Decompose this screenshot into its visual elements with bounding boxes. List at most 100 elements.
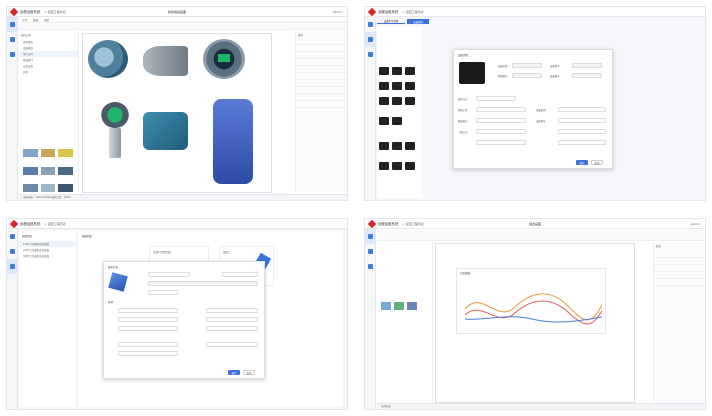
menu-file[interactable]: 文件 bbox=[22, 18, 27, 22]
property-row[interactable] bbox=[654, 280, 705, 286]
nav-item-2[interactable] bbox=[7, 244, 18, 259]
device-thumb[interactable] bbox=[405, 82, 415, 90]
comm-field[interactable] bbox=[476, 96, 516, 101]
library-item-icon[interactable] bbox=[58, 149, 73, 157]
style-field[interactable] bbox=[206, 308, 258, 313]
library-item-icon[interactable] bbox=[40, 184, 56, 193]
nav-item-3[interactable] bbox=[365, 259, 376, 274]
property-row[interactable] bbox=[654, 259, 705, 265]
device-thumb[interactable] bbox=[392, 67, 402, 75]
blower-device[interactable] bbox=[88, 40, 128, 78]
size-field[interactable] bbox=[148, 290, 178, 295]
style-field[interactable] bbox=[118, 342, 178, 347]
menu-view[interactable]: 视图 bbox=[44, 18, 49, 22]
nav-item-1[interactable] bbox=[365, 17, 376, 32]
device-model-field[interactable] bbox=[572, 63, 602, 68]
property-row[interactable] bbox=[654, 266, 705, 272]
project-field[interactable] bbox=[476, 107, 526, 112]
style-field[interactable] bbox=[206, 317, 258, 322]
device-thumb[interactable] bbox=[379, 97, 389, 105]
extra-field[interactable] bbox=[476, 140, 526, 145]
nav-item-2[interactable] bbox=[365, 32, 376, 47]
device-thumb[interactable] bbox=[392, 97, 402, 105]
property-row[interactable] bbox=[296, 53, 347, 59]
canvas[interactable] bbox=[82, 33, 272, 193]
device-thumb[interactable] bbox=[379, 67, 389, 75]
component-icon[interactable] bbox=[407, 302, 417, 310]
library-item-icon[interactable] bbox=[23, 184, 38, 193]
transmitter-device[interactable] bbox=[101, 102, 129, 128]
library-item-icon[interactable] bbox=[23, 149, 38, 157]
address-field[interactable] bbox=[558, 118, 606, 123]
device-thumb[interactable] bbox=[392, 117, 402, 125]
property-row[interactable] bbox=[296, 102, 347, 108]
back-link[interactable]: < 返回工程列表 bbox=[44, 222, 65, 226]
motor-device[interactable] bbox=[143, 112, 188, 150]
cancel-button[interactable]: 取消 bbox=[243, 370, 255, 375]
cancel-button[interactable]: 取消 bbox=[591, 160, 603, 165]
name-field[interactable] bbox=[148, 272, 190, 277]
property-row[interactable] bbox=[296, 67, 347, 73]
device-thumb[interactable] bbox=[405, 142, 415, 150]
library-item-icon[interactable] bbox=[40, 166, 56, 175]
library-item-icon[interactable] bbox=[58, 184, 73, 193]
extra-field[interactable] bbox=[558, 129, 606, 134]
tab-device[interactable]: 设备管理 bbox=[407, 19, 429, 24]
trend-chart[interactable]: 历史曲线 bbox=[456, 268, 606, 334]
property-row[interactable] bbox=[654, 273, 705, 279]
property-row[interactable] bbox=[296, 60, 347, 66]
nav-item-3[interactable] bbox=[7, 47, 18, 62]
desc-field[interactable] bbox=[148, 281, 258, 286]
library-item-icon[interactable] bbox=[23, 166, 38, 175]
back-link[interactable]: < 返回工程列表 bbox=[402, 10, 423, 14]
device-thumb[interactable] bbox=[379, 82, 389, 90]
type-field[interactable] bbox=[222, 272, 258, 277]
device-thumb[interactable] bbox=[379, 117, 389, 125]
ok-button[interactable]: 确定 bbox=[228, 370, 240, 375]
nav-item-3[interactable] bbox=[365, 47, 376, 62]
device-thumb[interactable] bbox=[379, 162, 389, 170]
device-thumb[interactable] bbox=[392, 162, 402, 170]
style-field[interactable] bbox=[118, 308, 178, 313]
device-thumb[interactable] bbox=[405, 97, 415, 105]
device-name-field[interactable] bbox=[512, 63, 542, 68]
device-thumb[interactable] bbox=[392, 82, 402, 90]
gateway-field[interactable] bbox=[512, 73, 542, 78]
tab-device-model[interactable]: 设备型号管理 bbox=[377, 19, 405, 24]
style-field[interactable] bbox=[118, 351, 178, 356]
user-menu[interactable]: admin bbox=[333, 10, 342, 14]
property-row[interactable] bbox=[296, 46, 347, 52]
back-link[interactable]: < 返回工程列表 bbox=[402, 222, 423, 226]
nav-item-2[interactable] bbox=[7, 32, 18, 47]
style-field[interactable] bbox=[118, 317, 178, 322]
component-icon[interactable] bbox=[381, 302, 391, 310]
report-field[interactable] bbox=[476, 129, 526, 134]
user-menu[interactable]: admin bbox=[691, 222, 700, 226]
property-row[interactable] bbox=[654, 252, 705, 258]
style-field[interactable] bbox=[118, 326, 178, 331]
device-thumb[interactable] bbox=[405, 67, 415, 75]
fan-device[interactable] bbox=[143, 46, 188, 76]
menu-edit[interactable]: 编辑 bbox=[33, 18, 38, 22]
device-thumb[interactable] bbox=[405, 162, 415, 170]
nav-item-1[interactable] bbox=[7, 17, 18, 32]
component-icon[interactable] bbox=[394, 302, 404, 310]
back-link[interactable]: < 返回工程列表 bbox=[44, 10, 65, 14]
device-number-field[interactable] bbox=[572, 73, 602, 78]
canvas[interactable]: 历史曲线 bbox=[435, 243, 635, 403]
tree-item[interactable]: 其他 bbox=[19, 69, 78, 75]
list-item[interactable]: 3#空气压缩机监控画面 bbox=[19, 253, 75, 259]
nav-item-1[interactable] bbox=[365, 229, 376, 244]
extra-field[interactable] bbox=[558, 140, 606, 145]
library-item-icon[interactable] bbox=[58, 166, 73, 175]
property-row[interactable] bbox=[296, 74, 347, 80]
style-field[interactable] bbox=[206, 326, 258, 331]
style-field[interactable] bbox=[206, 342, 258, 347]
nav-item-1[interactable] bbox=[7, 229, 18, 244]
device-thumb[interactable] bbox=[379, 142, 389, 150]
property-row[interactable] bbox=[296, 81, 347, 87]
library-item-icon[interactable] bbox=[40, 149, 56, 157]
nav-item-2[interactable] bbox=[365, 244, 376, 259]
format-field[interactable] bbox=[476, 118, 526, 123]
property-row[interactable] bbox=[296, 39, 347, 45]
